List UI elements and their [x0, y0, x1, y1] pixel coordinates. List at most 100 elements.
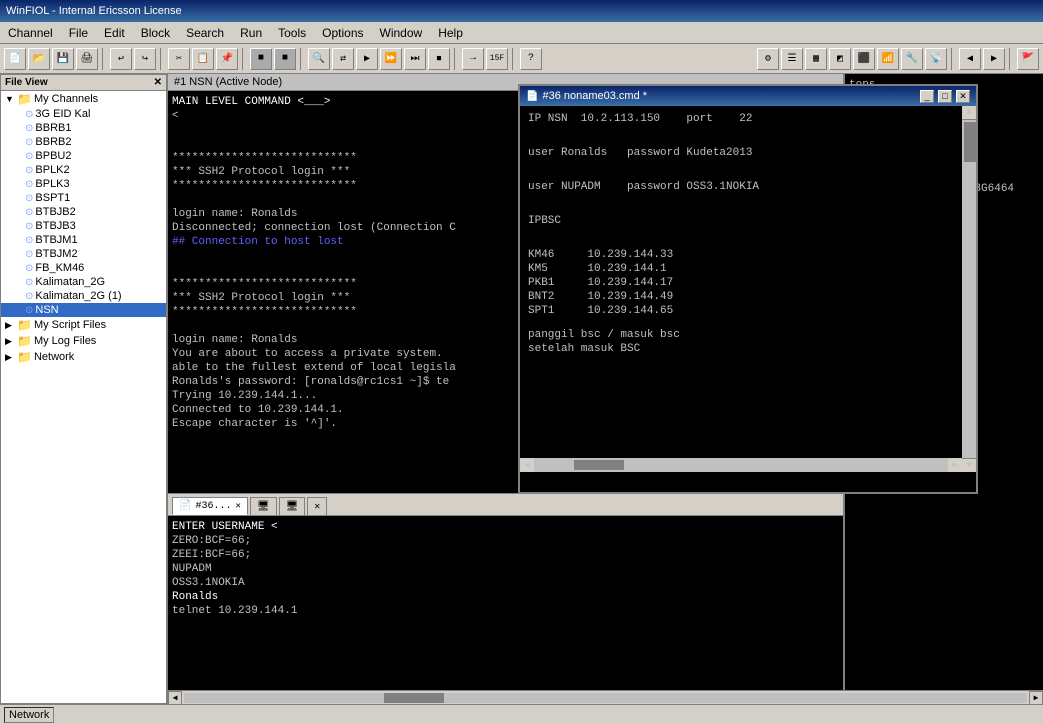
tree-nsn[interactable]: ⊙ NSN [1, 303, 166, 317]
cmd-dialog-titlebar[interactable]: 📄 #36 noname03.cmd * _ □ ✕ [520, 86, 976, 106]
tree-btbjb2[interactable]: ⊙ BTBJB2 [1, 205, 166, 219]
tb-run1[interactable]: ▶ [356, 48, 378, 70]
tab-monitor-1[interactable]: 🖥 [250, 497, 277, 515]
cmd-hscroll-right[interactable]: ▶ [948, 458, 962, 472]
tb-arrow[interactable]: → [462, 48, 484, 70]
cmd-scrollbar[interactable]: ▲ ▼ [962, 106, 976, 472]
tb-open[interactable]: 📂 [28, 48, 50, 70]
menu-channel[interactable]: Channel [0, 24, 61, 42]
cmd-minimize-button[interactable]: _ [920, 90, 934, 103]
tb-arrow-right[interactable]: ▶ [983, 48, 1005, 70]
channel-icon-4: ⊙ [25, 151, 33, 162]
tb-arrow-left[interactable]: ◀ [959, 48, 981, 70]
hscroll-track[interactable] [184, 693, 1027, 703]
tree-btbjm2[interactable]: ⊙ BTBJM2 [1, 247, 166, 261]
tb-flag[interactable]: 🚩 [1017, 48, 1039, 70]
tree-network[interactable]: ▶ 📁 Network [1, 349, 166, 365]
bottom-line-1: ZEEI:BCF=66; [172, 548, 839, 562]
tb-copy[interactable]: 📋 [192, 48, 214, 70]
tree-label-kalimatan-2g-1: Kalimatan_2G (1) [35, 290, 121, 302]
tb-help[interactable]: ? [520, 48, 542, 70]
tb-print[interactable]: 🖨 [76, 48, 98, 70]
tb-run2[interactable]: ⏩ [380, 48, 402, 70]
folder-icon-scripts: 📁 [17, 318, 32, 332]
tb-save[interactable]: 💾 [52, 48, 74, 70]
cmd-scroll-up[interactable]: ▲ [962, 106, 976, 120]
menu-help[interactable]: Help [430, 24, 471, 42]
cmd-hscroll-left[interactable]: ◀ [520, 458, 534, 472]
tree-bspt1[interactable]: ⊙ BSPT1 [1, 191, 166, 205]
tab-36-close[interactable]: ✕ [235, 501, 240, 511]
tree-kalimatan-2g[interactable]: ⊙ Kalimatan_2G [1, 275, 166, 289]
tree-my-log-files[interactable]: ▶ 📁 My Log Files [1, 333, 166, 349]
bottom-line-2: NUPADM [172, 562, 839, 576]
menu-search[interactable]: Search [178, 24, 232, 42]
expand-script-files[interactable]: ▶ [5, 320, 15, 331]
tree-my-channels[interactable]: ▼ 📁 My Channels [1, 91, 166, 107]
tb-r1[interactable]: ⚙ [757, 48, 779, 70]
tb-r4[interactable]: ◩ [829, 48, 851, 70]
menu-block[interactable]: Block [133, 24, 178, 42]
tab-monitor-2[interactable]: 🖥 [279, 497, 306, 515]
tb-run3[interactable]: ⏭ [404, 48, 426, 70]
tree-label-my-channels: My Channels [34, 93, 98, 105]
tree-bbrb1[interactable]: ⊙ BBRB1 [1, 121, 166, 135]
tree-my-script-files[interactable]: ▶ 📁 My Script Files [1, 317, 166, 333]
tb-15f[interactable]: 15F [486, 48, 508, 70]
tab-close-all[interactable]: ✕ [307, 497, 327, 515]
menu-file[interactable]: File [61, 24, 96, 42]
tree-3g-eid-kal[interactable]: ⊙ 3G EID Kal [1, 107, 166, 121]
tb-paste[interactable]: 📌 [216, 48, 238, 70]
cmd-restore-button[interactable]: □ [938, 90, 952, 103]
tb-r5[interactable]: ⬛ [853, 48, 875, 70]
tab-36[interactable]: 📄 #36... ✕ [172, 497, 248, 515]
channel-icon-6: ⊙ [25, 179, 33, 190]
tree-fb-km46[interactable]: ⊙ FB_KM46 [1, 261, 166, 275]
tree-bbrb2[interactable]: ⊙ BBRB2 [1, 135, 166, 149]
cmd-hscroll-thumb[interactable] [574, 460, 624, 470]
cmd-scroll-thumb[interactable] [964, 122, 978, 162]
menu-run[interactable]: Run [232, 24, 270, 42]
tb-redo[interactable]: ↪ [134, 48, 156, 70]
cmd-hscrollbar[interactable]: ◀ ▶ [520, 458, 962, 472]
menu-window[interactable]: Window [372, 24, 431, 42]
tree-kalimatan-2g-1[interactable]: ⊙ Kalimatan_2G (1) [1, 289, 166, 303]
bottom-terminal[interactable]: ENTER USERNAME < ZERO:BCF=66; ZEEI:BCF=6… [168, 515, 843, 690]
tb-r3[interactable]: ▦ [805, 48, 827, 70]
tab-36-icon: 📄 [179, 500, 191, 512]
menu-tools[interactable]: Tools [270, 24, 314, 42]
tree-bplk3[interactable]: ⊙ BPLK3 [1, 177, 166, 191]
cmd-dialog-file-icon: 📄 [526, 91, 538, 102]
expand-log-files[interactable]: ▶ [5, 336, 15, 347]
hscroll-right-btn[interactable]: ▶ [1029, 691, 1043, 705]
menu-options[interactable]: Options [314, 24, 371, 42]
tb-find[interactable]: 🔍 [308, 48, 330, 70]
bottom-line-4: Ronalds [172, 590, 839, 604]
tb-r2[interactable]: ☰ [781, 48, 803, 70]
tb-replace[interactable]: ⇄ [332, 48, 354, 70]
tb-b2[interactable]: ■ [274, 48, 296, 70]
tb-b1[interactable]: ■ [250, 48, 272, 70]
hscroll-left-btn[interactable]: ◀ [168, 691, 182, 705]
tb-stop[interactable]: ⏹ [428, 48, 450, 70]
tb-cut[interactable]: ✂ [168, 48, 190, 70]
hscroll-thumb[interactable] [384, 693, 444, 703]
channel-icon-8: ⊙ [25, 207, 33, 218]
tree-bplk2[interactable]: ⊙ BPLK2 [1, 163, 166, 177]
cmd-scroll-down[interactable]: ▼ [962, 458, 976, 472]
tb-undo[interactable]: ↩ [110, 48, 132, 70]
tree-btbjm1[interactable]: ⊙ BTBJM1 [1, 233, 166, 247]
expand-my-channels[interactable]: ▼ [5, 94, 15, 104]
tb-r6[interactable]: 📶 [877, 48, 899, 70]
cmd-close-button[interactable]: ✕ [956, 90, 970, 103]
file-view-close[interactable]: ✕ [154, 77, 162, 88]
tb-r8[interactable]: 📡 [925, 48, 947, 70]
tb-r7[interactable]: 🔧 [901, 48, 923, 70]
h-scrollbar[interactable]: ◀ ▶ [168, 690, 1043, 704]
tree-btbjb3[interactable]: ⊙ BTBJB3 [1, 219, 166, 233]
tb-new[interactable]: 📄 [4, 48, 26, 70]
menu-edit[interactable]: Edit [96, 24, 133, 42]
channel-icon-14: ⊙ [25, 291, 33, 302]
expand-network[interactable]: ▶ [5, 352, 15, 363]
tree-bpbu2[interactable]: ⊙ BPBU2 [1, 149, 166, 163]
